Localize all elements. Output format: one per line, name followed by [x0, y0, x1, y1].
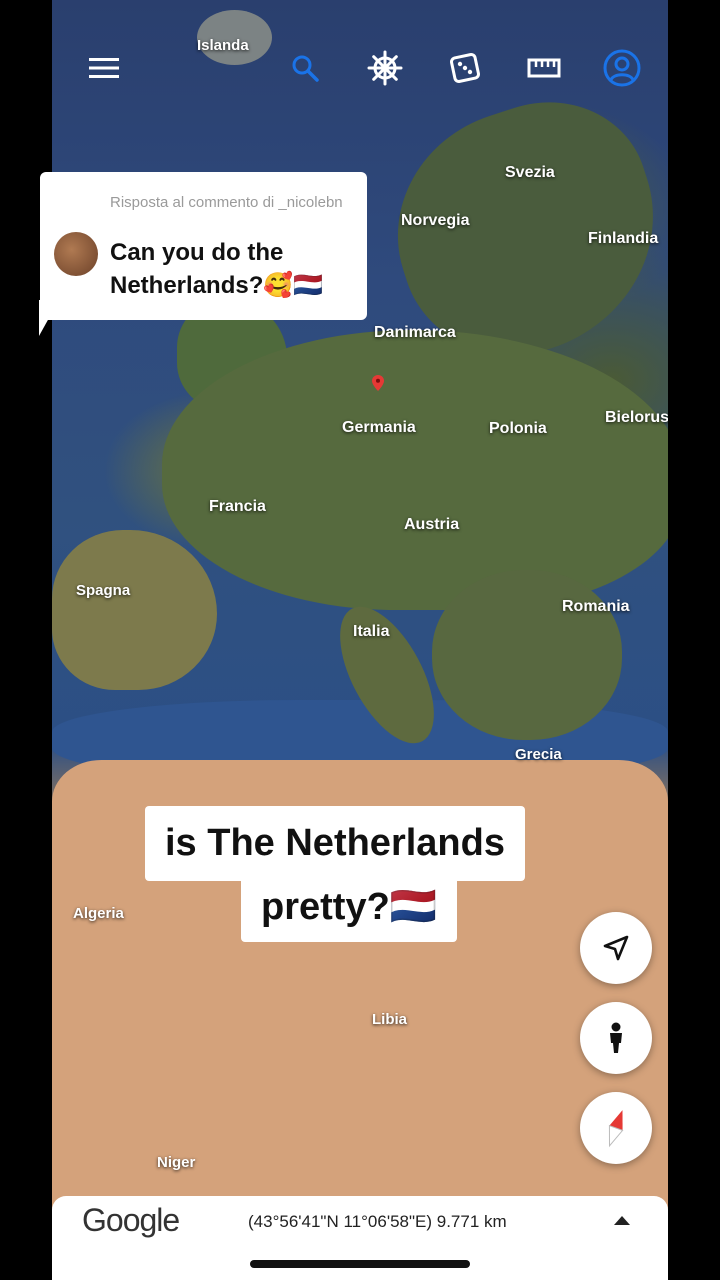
label-islanda: Islanda	[197, 37, 249, 54]
label-finlandia: Finlandia	[588, 230, 659, 247]
avatar	[54, 232, 98, 276]
label-grecia: Grecia	[515, 746, 562, 763]
label-norvegia: Norvegia	[401, 212, 470, 229]
comment-text: Can you do the Netherlands?🥰🇳🇱	[110, 239, 324, 299]
bottom-info-bar[interactable]: Google (43°56'41"N 11°06'58"E) 9.771 km	[52, 1196, 668, 1280]
reply-comment-card[interactable]: Risposta al commento di _nicolebn Can yo…	[40, 172, 367, 320]
voyager-helm-icon[interactable]	[365, 48, 405, 88]
balkans-landmass	[432, 570, 622, 740]
coordinates-readout: (43°56'41"N 11°06'58"E) 9.771 km	[248, 1212, 507, 1231]
dice-icon[interactable]	[445, 48, 485, 88]
compass-icon	[608, 1110, 624, 1148]
label-spagna: Spagna	[76, 582, 131, 599]
label-danimarca: Danimarca	[374, 324, 456, 341]
search-icon[interactable]	[285, 48, 325, 88]
label-bielorussia: Bielorus	[605, 409, 668, 426]
europe-landmass	[162, 330, 668, 610]
caption-line-1: is The Netherlands	[145, 806, 525, 881]
label-germania: Germania	[342, 419, 416, 436]
account-icon[interactable]	[602, 48, 642, 88]
label-niger: Niger	[157, 1154, 196, 1171]
ruler-icon[interactable]	[524, 48, 564, 88]
menu-icon[interactable]	[84, 48, 124, 88]
pegman-icon	[610, 1022, 622, 1053]
location-pin-icon[interactable]	[372, 375, 384, 391]
street-view-button[interactable]	[580, 1002, 652, 1074]
label-romania: Romania	[562, 598, 630, 615]
label-austria: Austria	[404, 516, 460, 533]
reply-to-label: Risposta al commento di _nicolebn	[110, 194, 343, 211]
label-libia: Libia	[372, 1011, 408, 1028]
google-logo: Google	[82, 1202, 180, 1238]
navigate-icon	[603, 935, 629, 961]
label-italia: Italia	[353, 623, 390, 640]
caption-line-2: pretty?🇳🇱	[241, 876, 458, 942]
navigate-button[interactable]	[580, 912, 652, 984]
label-francia: Francia	[209, 498, 266, 515]
label-algeria: Algeria	[73, 905, 124, 922]
iberia-landmass	[52, 530, 217, 690]
home-indicator[interactable]	[250, 1260, 470, 1268]
label-polonia: Polonia	[489, 420, 547, 437]
expand-up-icon[interactable]	[614, 1216, 630, 1225]
label-svezia: Svezia	[505, 164, 555, 181]
compass-button[interactable]	[580, 1092, 652, 1164]
